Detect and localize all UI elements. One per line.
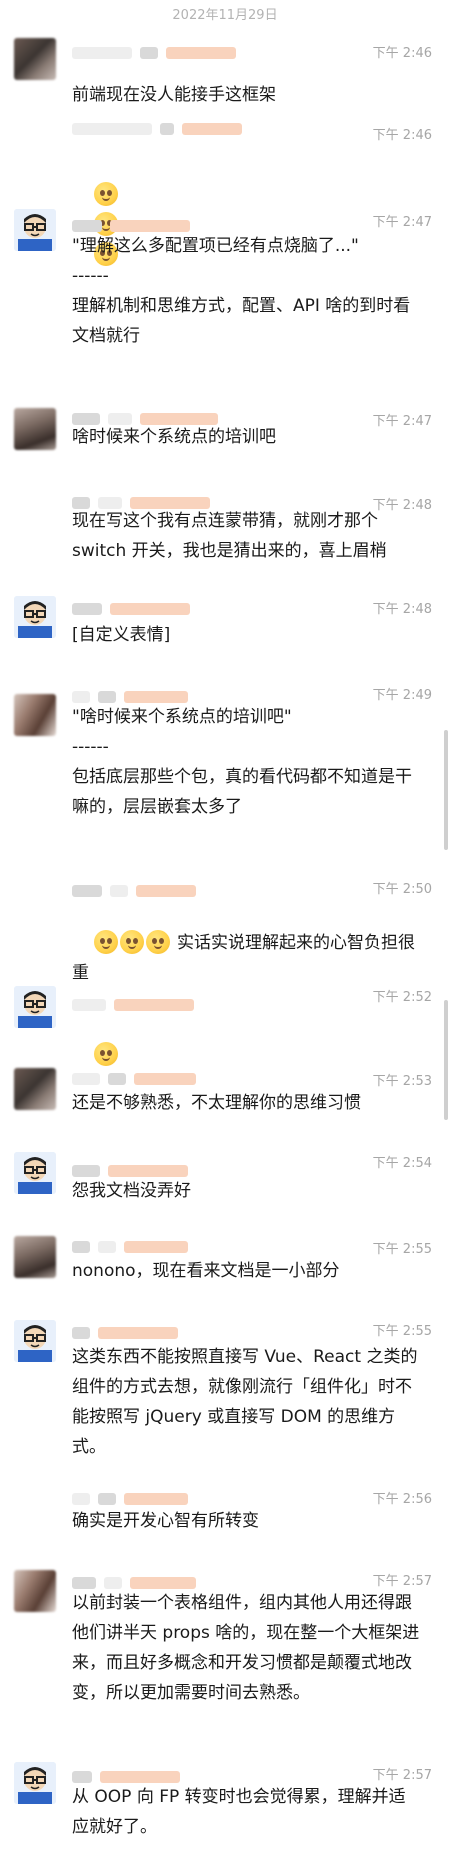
message-text[interactable]: 现在写这个我有点连蒙带猜，就刚才那个 switch 开关，我也是猜出来的，喜上眉… [72,506,422,566]
message-time: 下午 2:55 [372,1242,432,1257]
message-time: 下午 2:54 [372,1156,432,1171]
sender-name-blur [72,1574,204,1589]
message-time: 下午 2:50 [372,882,432,897]
sender-name-blur [72,1238,196,1253]
grimace-emoji-icon [93,930,118,954]
message-time: 下午 2:56 [372,1492,432,1507]
avatar[interactable] [14,1236,56,1278]
sender-name-blur [72,1162,196,1177]
cartoon-avatar-icon [14,986,56,1028]
cartoon-avatar-icon [14,1320,56,1362]
message-text[interactable]: 确实是开发心智有所转变 [72,1506,422,1536]
grimace-emoji-icon [119,930,144,954]
avatar[interactable] [14,1068,56,1110]
message-time: 下午 2:49 [372,688,432,703]
scrollbar[interactable] [444,1000,448,1120]
message-text[interactable]: 这类东西不能按照直接写 Vue、React 之类的组件的方式去想，就像刚流行「组… [72,1342,422,1462]
cartoon-avatar-icon [14,1762,56,1804]
sender-name-blur [72,410,226,425]
message-time: 下午 2:55 [372,1324,432,1339]
avatar[interactable] [14,596,56,638]
message-time: 下午 2:53 [372,1074,432,1089]
cartoon-avatar-icon [14,596,56,638]
message-text[interactable]: 以前封装一个表格组件，组内其他人用还得跟他们讲半天 props 啥的，现在整一个… [72,1588,422,1708]
message-text[interactable]: 从 OOP 向 FP 转变时也会觉得累，理解并适应就好了。 [72,1782,422,1842]
avatar[interactable] [14,1320,56,1362]
message-text[interactable]: [自定义表情] [72,620,422,650]
cartoon-avatar-icon [14,1152,56,1194]
message-time: 下午 2:48 [372,602,432,617]
message-text[interactable]: "啥时候来个系统点的培训吧" ------ 包括底层那些个包，真的看代码都不知道… [72,702,422,822]
emoji-row[interactable] [72,1010,422,1100]
cartoon-avatar-icon [14,209,56,251]
message-time: 下午 2:46 [372,128,432,143]
grimace-emoji-icon [145,930,170,954]
avatar[interactable] [14,38,56,80]
message-text[interactable]: 还是不够熟悉，不太理解你的思维习惯 [72,1088,422,1118]
sender-name-blur [72,494,218,509]
sender-name-blur [72,1324,186,1339]
smile-emoji-icon [93,1042,118,1066]
message-time: 下午 2:52 [372,990,432,1005]
message-text[interactable]: nonono，现在看来文档是一小部分 [72,1256,422,1286]
sender-name-blur [72,1768,188,1783]
avatar[interactable] [14,986,56,1028]
sender-name-blur [72,600,198,615]
message-time: 下午 2:57 [372,1574,432,1589]
message-text[interactable]: "理解这么多配置项已经有点烧脑了..." ------ 理解机制和思维方式，配置… [72,231,422,351]
message-text[interactable]: 怨我文档没弄好 [72,1176,422,1206]
sender-name-blur [72,996,202,1011]
avatar[interactable] [14,1152,56,1194]
avatar[interactable] [14,1762,56,1804]
avatar[interactable] [14,408,56,450]
avatar[interactable] [14,1570,56,1612]
sender-name-blur [72,688,196,703]
message-time: 下午 2:46 [372,46,432,61]
avatar[interactable] [14,694,56,736]
sender-name-blur [72,120,250,135]
date-separator: 2022年11月29日 [172,8,278,23]
message-text[interactable]: 前端现在没人能接手这框架 [72,80,422,110]
grimace-emoji-icon [93,182,118,206]
sender-name-blur [72,882,204,897]
message-text[interactable]: 啥时候来个系统点的培训吧 [72,422,422,452]
message-time: 下午 2:47 [372,215,432,230]
scrollbar[interactable] [444,730,448,850]
sender-name-blur [72,1490,196,1505]
message-time: 下午 2:57 [372,1768,432,1783]
sender-name-blur [72,1070,204,1085]
sender-name-blur [72,44,244,59]
avatar[interactable] [14,209,56,251]
sender-name-blur [72,217,198,232]
